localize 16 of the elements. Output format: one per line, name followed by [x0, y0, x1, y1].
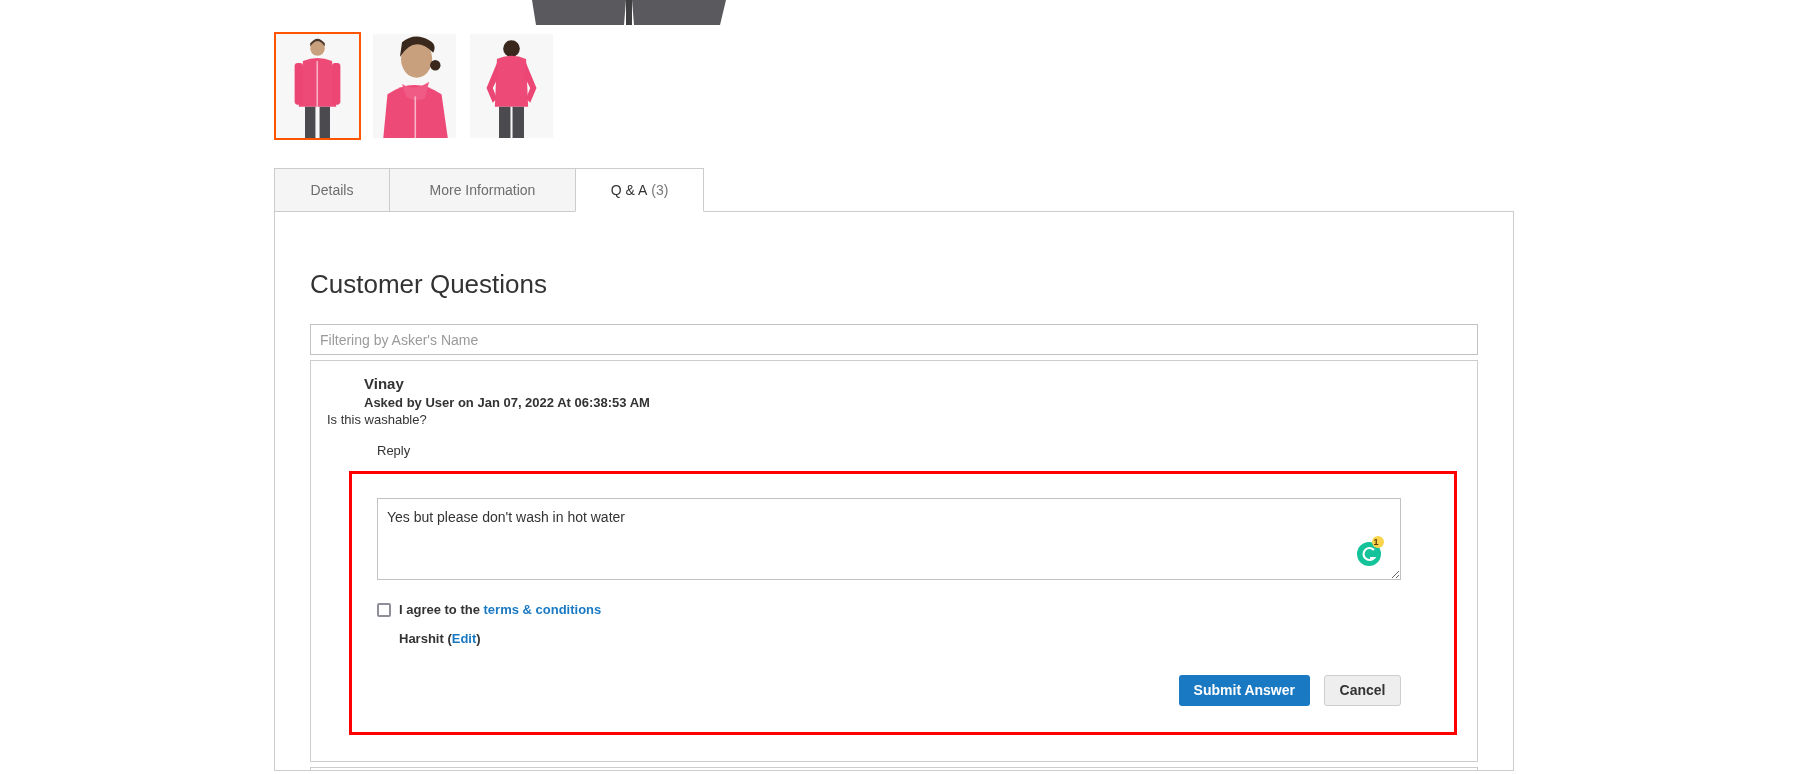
tab[interactable]: Details	[274, 168, 390, 212]
edit-link[interactable]: Edit	[451, 630, 477, 646]
agree-label: I agree to the terms & conditions	[399, 601, 602, 619]
tab[interactable]: More Information	[389, 168, 576, 212]
checkbox[interactable]	[377, 602, 391, 617]
terms-link[interactable]: terms & conditions	[483, 602, 602, 617]
section-heading: Customer Questions	[310, 268, 548, 300]
question-text: Is this washable?	[327, 411, 428, 428]
user-name-line: Harshit (Edit)	[399, 629, 481, 648]
filter-field[interactable]: Filtering by Asker's Name	[310, 324, 1478, 355]
tab[interactable]: Q & A (3)	[575, 168, 704, 212]
cancel-button[interactable]: Cancel	[1324, 675, 1401, 706]
asker-name: Vinay	[364, 374, 405, 394]
question-meta: Asked by User on Jan 07, 2022 At 06:38:53 AM	[364, 394, 651, 411]
submit-button[interactable]: Submit Answer	[1178, 675, 1310, 706]
reply-link[interactable]: Reply	[377, 442, 411, 459]
